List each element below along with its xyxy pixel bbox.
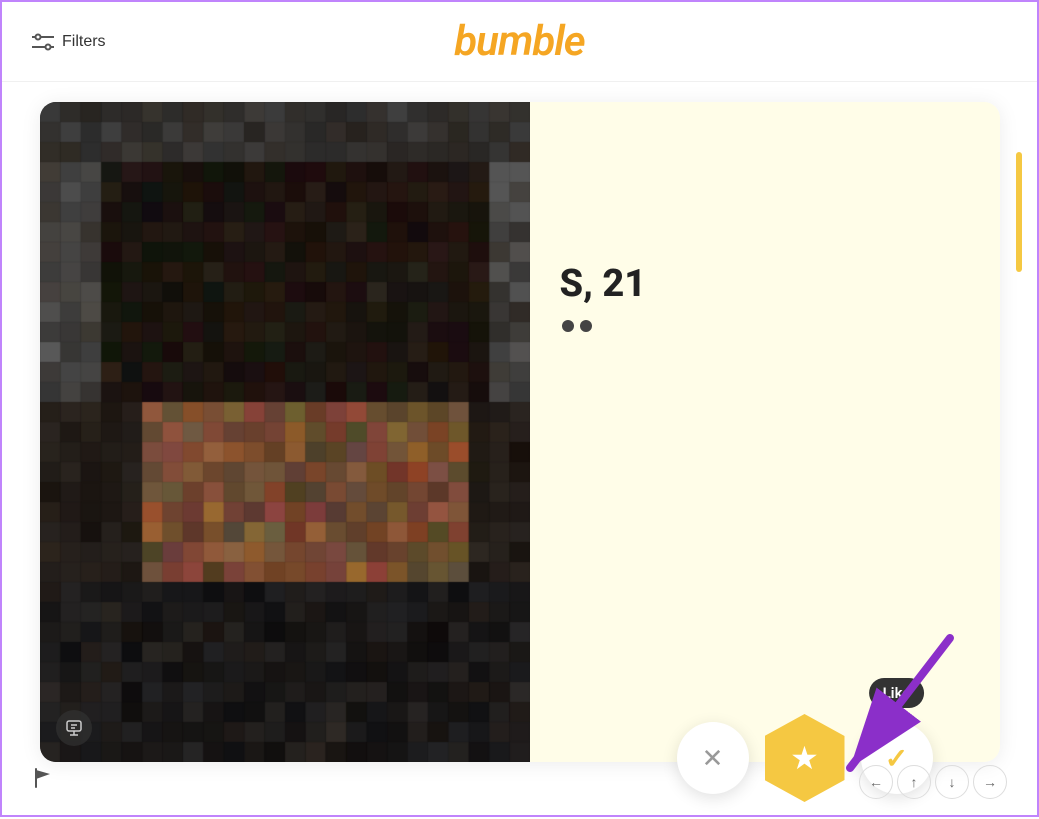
- superlike-button[interactable]: ★: [765, 714, 845, 802]
- filters-label: Filters: [62, 33, 106, 51]
- main-content: S, 21 ✕ ★: [2, 82, 1037, 819]
- profile-name: S, 21: [560, 262, 970, 306]
- filters-icon: [32, 33, 54, 51]
- nav-down-button[interactable]: ↓: [935, 765, 969, 799]
- profile-info: S, 21 ✕ ★: [530, 102, 1000, 762]
- report-button[interactable]: [56, 710, 92, 746]
- profile-dots: [560, 318, 970, 334]
- nav-up-button[interactable]: ↑: [897, 765, 931, 799]
- navigation-arrows: ← ↑ ↓ →: [859, 765, 1007, 799]
- scroll-indicator: [1016, 152, 1022, 272]
- profile-card: S, 21 ✕ ★: [40, 102, 1000, 762]
- flag-icon: [32, 767, 54, 789]
- flag-button[interactable]: [32, 767, 54, 793]
- activity-icon: [560, 318, 594, 334]
- header: Filters bumble: [2, 2, 1037, 82]
- nav-right-button[interactable]: →: [973, 765, 1007, 799]
- superlike-icon: ★: [790, 739, 819, 777]
- like-tooltip: Like: [869, 678, 925, 708]
- profile-photo: [40, 102, 530, 762]
- pass-icon: ✕: [702, 743, 724, 774]
- nav-left-button[interactable]: ←: [859, 765, 893, 799]
- pass-button[interactable]: ✕: [677, 722, 749, 794]
- app-logo: bumble: [454, 17, 584, 66]
- report-icon: [65, 719, 83, 737]
- filters-button[interactable]: Filters: [32, 33, 106, 51]
